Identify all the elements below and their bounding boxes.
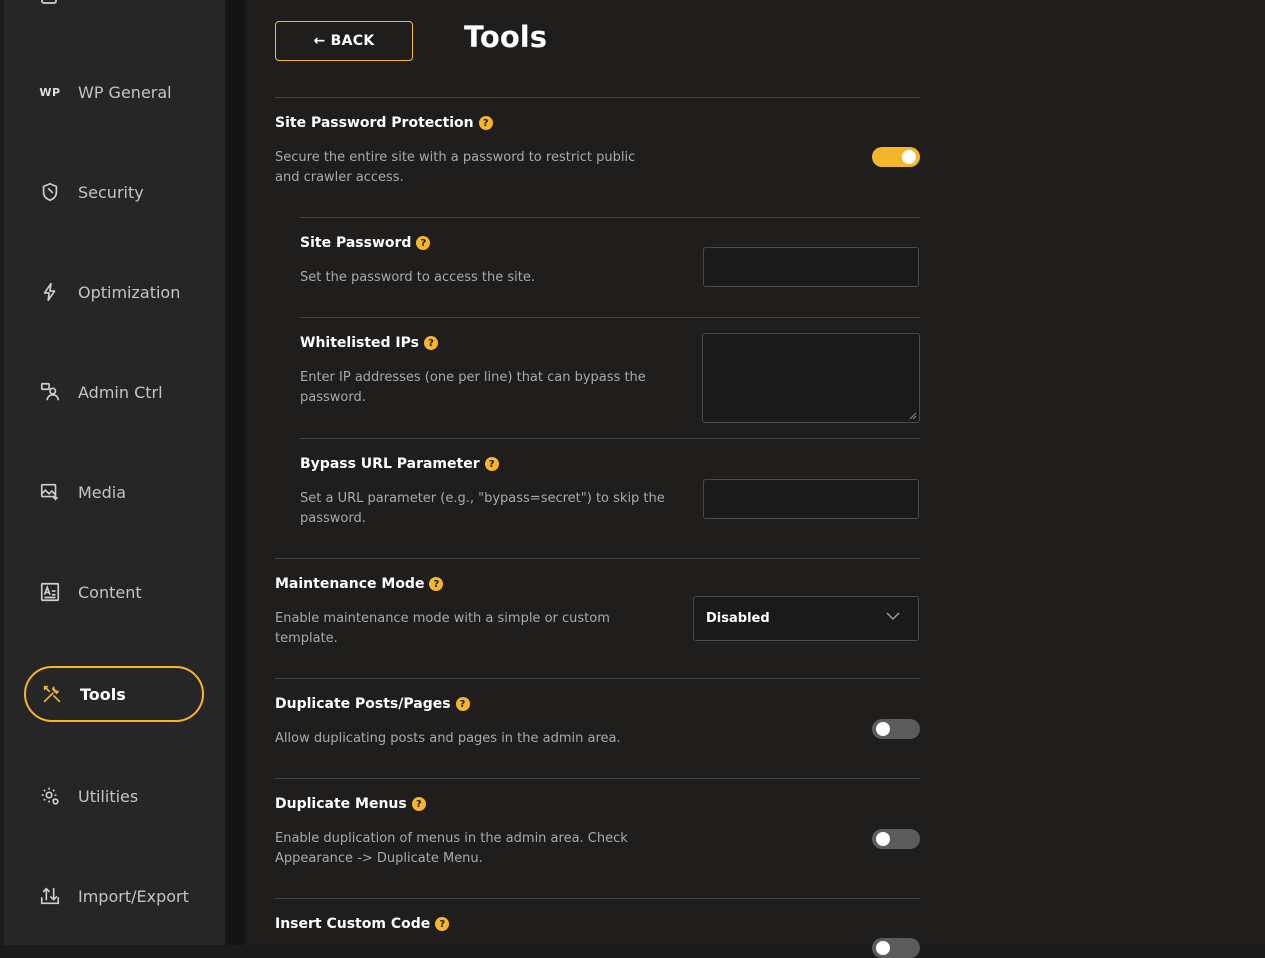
site-password-title: Site Password? bbox=[300, 235, 431, 251]
divider bbox=[300, 438, 920, 439]
site-password-desc: Set the password to access the site. bbox=[300, 270, 535, 285]
sidebar-item-label: Content bbox=[78, 582, 142, 602]
site-password-protection-toggle[interactable] bbox=[872, 147, 920, 167]
sidebar-gutter bbox=[225, 0, 245, 945]
bypass-url-parameter-desc: Set a URL parameter (e.g., "bypass=secre… bbox=[300, 491, 665, 526]
help-icon[interactable]: ? bbox=[435, 917, 450, 931]
whitelisted-ips-textarea[interactable] bbox=[702, 333, 920, 423]
duplicate-posts-title: Duplicate Posts/Pages? bbox=[275, 696, 470, 712]
bypass-url-parameter-input[interactable] bbox=[703, 479, 919, 519]
sidebar-item-label: Admin Ctrl bbox=[78, 382, 163, 402]
sidebar-item-wp-general[interactable]: WP WP General bbox=[24, 64, 204, 120]
sidebar-item-media[interactable]: Media bbox=[24, 464, 204, 520]
divider bbox=[275, 898, 920, 899]
duplicate-posts-toggle[interactable] bbox=[872, 719, 920, 739]
toggle-knob bbox=[902, 150, 916, 164]
sidebar-item-label: Import/Export bbox=[78, 886, 189, 906]
wp-icon: WP bbox=[39, 85, 61, 99]
sidebar: WP WP General Security Optimization Admi… bbox=[0, 0, 225, 945]
whitelisted-ips-title: Whitelisted IPs? bbox=[300, 335, 438, 351]
maintenance-mode-select[interactable]: Disabled bbox=[693, 596, 919, 641]
help-icon[interactable]: ? bbox=[411, 797, 426, 811]
sidebar-item-import-export[interactable]: Import/Export bbox=[24, 868, 204, 924]
main-panel: ← BACK Tools Site Password Protection? S… bbox=[245, 0, 1265, 958]
duplicate-posts-desc: Allow duplicating posts and pages in the… bbox=[275, 731, 621, 746]
divider bbox=[300, 217, 920, 218]
help-icon[interactable]: ? bbox=[478, 116, 493, 130]
sidebar-item-content[interactable]: Content bbox=[24, 564, 204, 620]
divider bbox=[275, 97, 920, 98]
site-password-input[interactable] bbox=[703, 247, 919, 287]
duplicate-menus-title: Duplicate Menus? bbox=[275, 796, 426, 812]
back-button[interactable]: ← BACK bbox=[275, 21, 413, 61]
sidebar-edge bbox=[0, 0, 4, 945]
chevron-down-icon bbox=[886, 612, 900, 621]
help-icon[interactable]: ? bbox=[455, 697, 470, 711]
help-icon[interactable]: ? bbox=[423, 336, 438, 350]
duplicate-menus-desc: Enable duplication of menus in the admin… bbox=[275, 831, 628, 866]
divider bbox=[275, 678, 920, 679]
maintenance-mode-title: Maintenance Mode? bbox=[275, 576, 444, 592]
insert-custom-code-title: Insert Custom Code? bbox=[275, 916, 450, 932]
content-icon bbox=[38, 580, 62, 604]
toggle-knob bbox=[876, 722, 890, 736]
divider bbox=[300, 317, 920, 318]
insert-custom-code-toggle[interactable] bbox=[872, 938, 920, 958]
site-password-protection-title: Site Password Protection? bbox=[275, 115, 493, 131]
duplicate-menus-toggle[interactable] bbox=[872, 829, 920, 849]
partial-top-icon bbox=[41, 0, 57, 4]
gear-icon bbox=[38, 784, 62, 808]
help-icon[interactable]: ? bbox=[416, 236, 431, 250]
sidebar-item-tools[interactable]: Tools bbox=[24, 666, 204, 722]
toggle-knob bbox=[876, 941, 890, 955]
sidebar-item-label: WP General bbox=[78, 82, 172, 102]
whitelisted-ips-desc: Enter IP addresses (one per line) that c… bbox=[300, 370, 646, 405]
sidebar-item-label: Security bbox=[78, 182, 144, 202]
sidebar-item-label: Optimization bbox=[78, 282, 181, 302]
tools-icon bbox=[40, 682, 64, 706]
sidebar-item-utilities[interactable]: Utilities bbox=[24, 768, 204, 824]
sidebar-item-label: Media bbox=[78, 482, 127, 502]
sidebar-item-security[interactable]: Security bbox=[24, 164, 204, 220]
bolt-icon bbox=[38, 280, 62, 304]
sidebar-item-label: Utilities bbox=[78, 786, 139, 806]
sidebar-item-optimization[interactable]: Optimization bbox=[24, 264, 204, 320]
divider bbox=[275, 778, 920, 779]
page-title: Tools bbox=[464, 20, 547, 54]
toggle-knob bbox=[876, 832, 890, 846]
site-password-protection-desc: Secure the entire site with a password t… bbox=[275, 150, 636, 185]
resize-handle-icon[interactable] bbox=[909, 412, 917, 420]
sidebar-item-label: Tools bbox=[80, 684, 126, 704]
maintenance-mode-value: Disabled bbox=[706, 611, 770, 626]
divider bbox=[275, 558, 920, 559]
maintenance-mode-desc: Enable maintenance mode with a simple or… bbox=[275, 611, 610, 646]
help-icon[interactable]: ? bbox=[484, 457, 499, 471]
bypass-url-parameter-title: Bypass URL Parameter? bbox=[300, 456, 499, 472]
media-icon bbox=[38, 480, 62, 504]
help-icon[interactable]: ? bbox=[429, 577, 444, 591]
import-export-icon bbox=[38, 884, 62, 908]
shield-icon bbox=[38, 180, 62, 204]
admin-user-icon bbox=[38, 380, 62, 404]
sidebar-item-admin-ctrl[interactable]: Admin Ctrl bbox=[24, 364, 204, 420]
